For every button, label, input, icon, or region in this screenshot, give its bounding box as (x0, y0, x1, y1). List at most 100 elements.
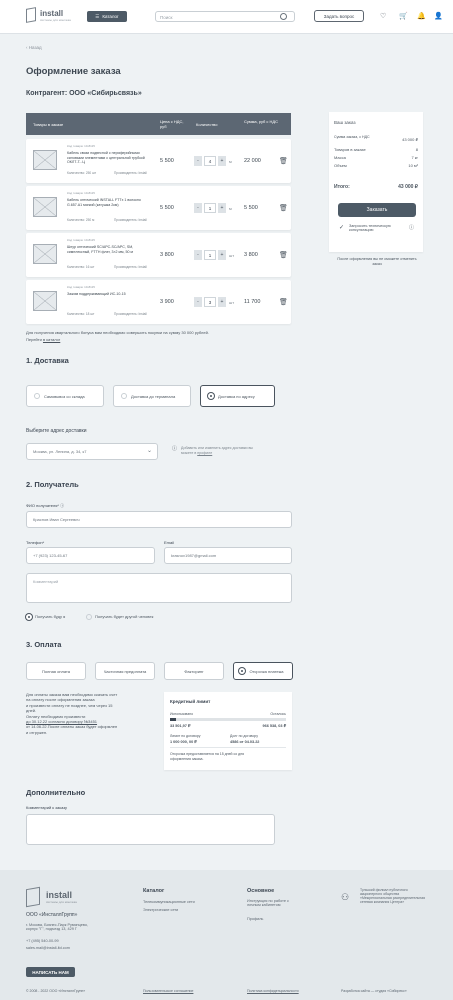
decrease-button[interactable]: - (194, 156, 202, 166)
increase-button[interactable]: + (218, 250, 226, 260)
email-label: Email (164, 540, 175, 545)
order-comment-field[interactable] (26, 814, 275, 845)
footer-dev-credit[interactable]: Разработка сайта — студия «Сибирекс» (341, 989, 407, 993)
ask-question-button[interactable]: Задать вопрос (314, 10, 364, 22)
delivery-option-pickup[interactable]: Самовывоз со склада (26, 385, 104, 407)
payment-info-line: и отгружен. (26, 729, 48, 735)
receiver-option-label: Получать будет другой человек (95, 614, 154, 620)
phone-field[interactable]: +7 (923) 123-45-67 (26, 547, 155, 564)
col-price: Цена с НДС, руб (160, 119, 184, 129)
quantity-input[interactable]: 3 (204, 297, 216, 307)
payment-option-deferred[interactable]: Отсрочка платежа (233, 662, 293, 680)
decrease-button[interactable]: - (194, 203, 202, 213)
write-us-button[interactable]: НАПИСАТЬ НАМ (26, 967, 75, 977)
trash-icon[interactable]: 🗑 (279, 251, 288, 259)
breadcrumb[interactable]: ‹ Назад (26, 45, 42, 50)
product-image[interactable] (33, 291, 57, 311)
trash-icon[interactable]: 🗑 (279, 157, 288, 165)
credit-bar (170, 718, 286, 721)
item-total: 22 000 (244, 158, 261, 164)
receiver-option-other[interactable]: Получать будет другой человек (86, 614, 153, 620)
product-image[interactable] (33, 244, 57, 264)
item-name[interactable]: Зажим поддерживающий ИС-10-15 (67, 292, 147, 297)
footer-catalog-link[interactable]: Электрические сети (143, 908, 178, 912)
order-button[interactable]: Заказать (338, 203, 416, 217)
used-value: 33 501,97 ₽ (170, 724, 191, 728)
footer-phone[interactable]: +7 (495) 540-00-99 (26, 939, 59, 943)
logo-text[interactable]: install (40, 9, 63, 18)
product-image[interactable] (33, 150, 57, 170)
footer-catalog-link[interactable]: Телекоммуникационные сети (143, 900, 195, 904)
order-summary: Ваш заказ Сумма заказа, с НДС 43 000 ₽ Т… (329, 112, 423, 252)
quantity-stepper: - 4 + (194, 156, 230, 166)
receiver-option-me[interactable]: Получать буду я (26, 614, 65, 620)
footer-logo-text[interactable]: install (46, 890, 72, 900)
item-name[interactable]: Кабель оптический INSTALL FTTx 1 волокно… (67, 198, 147, 207)
item-maker: Производитель: Install (114, 171, 147, 175)
delivery-title: 1. Доставка (26, 356, 69, 365)
increase-button[interactable]: + (218, 297, 226, 307)
notifications-icon[interactable]: 🔔 (417, 12, 426, 20)
footer-company: ООО «ИнсталлГрупп» (26, 912, 78, 918)
item-stock: Количество: 18 шт (67, 312, 95, 316)
member-icon: ⚇ (341, 892, 350, 902)
catalog-link[interactable]: в каталог (43, 337, 60, 342)
consult-checkbox-label[interactable]: Запросить техническую консультацию (349, 224, 401, 232)
quantity-input[interactable]: 1 (204, 203, 216, 213)
comment-field[interactable]: Комментарий (26, 573, 292, 603)
divider (170, 747, 286, 748)
decrease-button[interactable]: - (194, 250, 202, 260)
fio-field[interactable]: Краснов Иван Сергеевич (26, 511, 292, 528)
profile-link[interactable]: профиле (197, 451, 212, 455)
footer-catalog-title[interactable]: Каталог (143, 888, 164, 894)
trash-icon[interactable]: 🗑 (279, 298, 288, 306)
delivery-option-terminal[interactable]: Доставка до терминала (113, 385, 191, 407)
footer-main-link[interactable]: Профиль (247, 917, 263, 921)
cart-item: Код товара: 10-8115 Кабель оптический IN… (26, 186, 291, 230)
footer-main-link[interactable]: Инструкция по работе с личным кабинетом (247, 899, 302, 907)
menu-icon: ☰ (95, 13, 100, 19)
quantity-stepper: - 1 + (194, 203, 230, 213)
item-unit: шт (229, 300, 235, 305)
item-unit: м (229, 159, 232, 164)
col-qty: Количество (196, 122, 218, 127)
item-name[interactable]: Шнур оптический SC/APC-SC/APC, SM, симпл… (67, 245, 147, 254)
delivery-option-address[interactable]: Доставка по адресу (200, 385, 275, 407)
email-field[interactable]: krasnov1987@gmail.com (164, 547, 292, 564)
summary-total-label: Итого: (334, 184, 350, 190)
profile-icon[interactable]: 👤 (434, 12, 443, 20)
increase-button[interactable]: + (218, 203, 226, 213)
payment-option-factoring[interactable]: Факторинг (164, 662, 224, 680)
address-select[interactable]: Москва, ул. Ленина, д. 34, к7 ⌄ (26, 443, 158, 460)
extra-title: Дополнительно (26, 788, 86, 797)
item-name[interactable]: Кабель связи подвесной с периферийными с… (67, 151, 147, 165)
search-input[interactable]: Поиск (155, 11, 295, 22)
info-icon[interactable]: ⓘ (60, 503, 64, 508)
summary-volume-value: 10 м³ (408, 163, 418, 168)
order-comment-label: Комментарий к заказу (26, 805, 68, 810)
quantity-input[interactable]: 1 (204, 250, 216, 260)
footer-privacy-link[interactable]: Политика конфиденциальности (247, 989, 299, 993)
debt-label: Долг по договору (230, 734, 258, 738)
product-image[interactable] (33, 197, 57, 217)
favorites-icon[interactable]: ♡ (380, 12, 386, 20)
cart-icon[interactable]: 🛒 (399, 12, 408, 20)
delivery-option-label: Доставка до терминала (131, 393, 176, 399)
limit-label: Лимит по договору (170, 734, 201, 738)
footer-email[interactable]: sales.mail@install-ltd.com (26, 946, 70, 950)
summary-note: После оформления вы не сможете отменить … (337, 257, 417, 267)
catalog-button[interactable]: ☰ Каталог (87, 11, 127, 22)
payment-option-partial[interactable]: Частичная предоплата (95, 662, 155, 680)
payment-option-full[interactable]: Полная оплата (26, 662, 86, 680)
check-icon[interactable]: ✓ (339, 224, 344, 231)
increase-button[interactable]: + (218, 156, 226, 166)
search-icon[interactable] (280, 13, 287, 20)
logo-icon (26, 7, 36, 23)
footer-agreement-link[interactable]: Пользовательское соглашение (143, 989, 193, 993)
item-maker: Производитель: Install (114, 218, 147, 222)
trash-icon[interactable]: 🗑 (279, 204, 288, 212)
quantity-input[interactable]: 4 (204, 156, 216, 166)
info-icon[interactable]: ⓘ (409, 224, 414, 231)
radio-icon (86, 614, 92, 620)
decrease-button[interactable]: - (194, 297, 202, 307)
